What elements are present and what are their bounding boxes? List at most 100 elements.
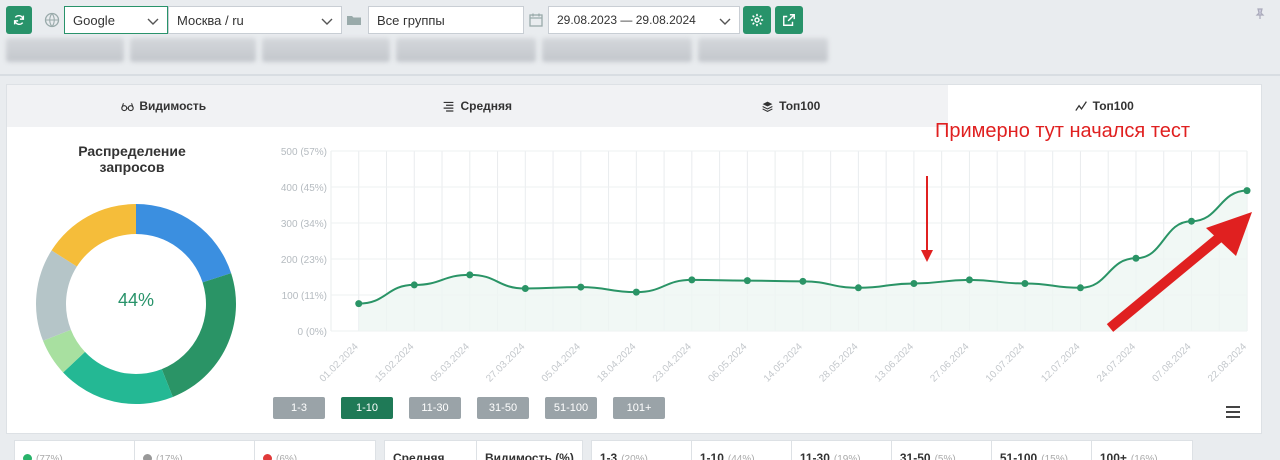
donut-title-line1: Распределение [78, 143, 186, 159]
x-tick-label: 06.05.2024 [706, 341, 749, 384]
x-tick-label: 24.07.2024 [1095, 341, 1138, 384]
summary-cell[interactable]: 51-100 (15%) [992, 441, 1092, 460]
chevron-down-icon [321, 18, 333, 25]
x-tick-label: 27.06.2024 [928, 341, 971, 384]
y-tick-label: 300 (34%) [281, 219, 327, 230]
summary-label: 11-30 [799, 451, 830, 460]
settings-button[interactable] [743, 6, 771, 34]
summary-percent: (17%) [156, 454, 183, 460]
range-button-101+[interactable]: 101+ [613, 397, 665, 419]
chevron-down-icon [719, 18, 731, 25]
data-point[interactable] [799, 277, 807, 285]
data-point[interactable] [1132, 254, 1140, 262]
summary-cell[interactable]: (17%) [135, 441, 255, 460]
summary-percent: (77%) [36, 454, 63, 460]
data-point[interactable] [965, 276, 973, 284]
summary-cell[interactable]: 1-3 (20%) [592, 441, 692, 460]
data-point[interactable] [743, 277, 751, 285]
blurred-tabs [6, 38, 828, 66]
tab-average[interactable]: Средняя [321, 85, 635, 127]
summary-row: (77%) (17%) (6%) Средняя Видимость (%) 1-3 (20… [14, 440, 1193, 460]
donut-segment[interactable] [63, 351, 173, 404]
x-tick-label: 07.08.2024 [1150, 341, 1193, 384]
x-tick-label: 01.02.2024 [318, 341, 361, 384]
line-chart[interactable]: 0 (0%) 100 (11%) 200 (23%) 300 (34%) 400 (45… [263, 133, 1253, 395]
status-dot-icon [143, 454, 152, 460]
region-value: Москва / ru [177, 12, 244, 28]
summary-label: 31-50 [899, 451, 931, 460]
refresh-button[interactable] [6, 6, 32, 34]
x-tick-label: 28.05.2024 [817, 341, 860, 384]
tab-visibility[interactable]: Видимость [7, 85, 321, 127]
data-point[interactable] [466, 271, 474, 279]
summary-percent: (5%) [934, 454, 956, 460]
date-range-select[interactable]: 29.08.2023 — 29.08.2024 [548, 6, 740, 34]
pin-icon[interactable] [1254, 8, 1266, 20]
x-tick-label: 12.07.2024 [1039, 341, 1082, 384]
data-point[interactable] [1187, 217, 1195, 225]
data-point[interactable] [355, 300, 363, 308]
summary-label: Видимость (%) [485, 451, 574, 460]
summary-label: 1-3 [599, 451, 618, 460]
summary-cell[interactable]: (6%) [255, 441, 375, 460]
summary-percent: (6%) [276, 454, 298, 460]
data-point[interactable] [632, 288, 640, 296]
data-point[interactable] [854, 284, 862, 292]
x-tick-label: 22.08.2024 [1206, 341, 1249, 384]
donut-title: Распределение запросов [47, 143, 217, 175]
donut-segment[interactable] [51, 204, 136, 267]
engine-select[interactable]: Google [64, 6, 168, 34]
summary-percent: (15%) [1041, 454, 1068, 460]
data-point[interactable] [1021, 279, 1029, 287]
region-select[interactable]: Москва / ru [168, 6, 342, 34]
gear-icon [750, 13, 764, 27]
menu-icon[interactable] [1225, 405, 1241, 419]
tab-label: Топ100 [1092, 99, 1134, 113]
tab-label: Видимость [139, 99, 207, 113]
data-point[interactable] [688, 276, 696, 284]
toolbar: Google Москва / ru Все группы 29.08.2023… [0, 0, 1280, 40]
summary-percent: (16%) [1130, 454, 1158, 460]
y-tick-label: 400 (45%) [281, 183, 327, 194]
data-point[interactable] [1076, 284, 1084, 292]
summary-cell[interactable]: 1-10 (44%) [692, 441, 792, 460]
divider [0, 74, 1280, 76]
export-button[interactable] [775, 6, 803, 34]
range-button-1-10[interactable]: 1-10 [341, 397, 393, 419]
status-dot-icon [23, 454, 32, 460]
align-icon [444, 101, 454, 112]
y-tick-label: 0 (0%) [298, 327, 327, 338]
summary-cell[interactable]: 11-30 (19%) [792, 441, 892, 460]
range-button-51-100[interactable]: 51-100 [545, 397, 597, 419]
summary-cell[interactable]: 100+ (16%) [1092, 441, 1192, 460]
range-button-1-3[interactable]: 1-3 [273, 397, 325, 419]
layers-icon [762, 101, 773, 112]
summary-cell[interactable]: 31-50 (5%) [892, 441, 992, 460]
group-select[interactable]: Все группы [368, 6, 524, 34]
data-point[interactable] [577, 283, 585, 291]
x-tick-label: 10.07.2024 [984, 341, 1027, 384]
summary-cell[interactable]: Видимость (%) [477, 441, 582, 460]
range-button-11-30[interactable]: 11-30 [409, 397, 461, 419]
x-tick-label: 05.03.2024 [429, 341, 472, 384]
donut-segment[interactable] [136, 204, 232, 283]
trend-icon [1074, 100, 1087, 111]
x-tick-label: 14.05.2024 [762, 341, 805, 384]
summary-percent: (20%) [621, 454, 648, 460]
summary-cell[interactable]: (77%) [15, 441, 135, 460]
tab-top100-layers[interactable]: Топ100 [634, 85, 948, 127]
tab-label: Топ100 [779, 99, 821, 113]
data-point[interactable] [521, 285, 529, 293]
data-point[interactable] [910, 279, 918, 287]
summary-percent: (44%) [727, 454, 755, 460]
range-button-31-50[interactable]: 31-50 [477, 397, 529, 419]
summary-group: Средняя Видимость (%) [384, 440, 583, 460]
x-tick-label: 13.06.2024 [873, 341, 916, 384]
folder-icon [347, 16, 361, 25]
data-point[interactable] [1243, 187, 1251, 195]
data-point[interactable] [410, 281, 418, 289]
y-tick-label: 500 (57%) [281, 147, 327, 158]
summary-label: 100+ [1099, 451, 1127, 460]
x-tick-label: 27.03.2024 [484, 341, 527, 384]
summary-cell[interactable]: Средняя [385, 441, 477, 460]
